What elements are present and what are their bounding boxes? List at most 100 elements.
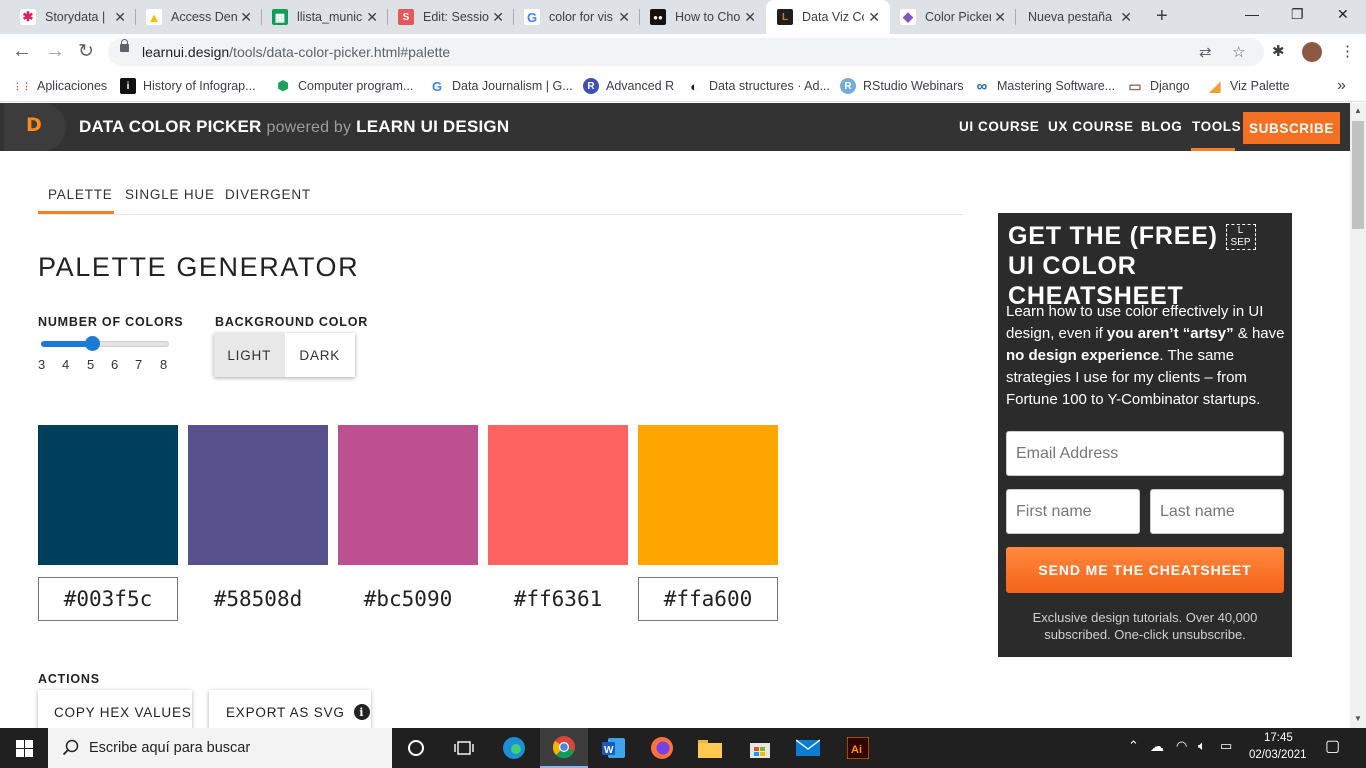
color-swatch[interactable] [338,425,478,565]
hex-value[interactable]: #003f5c [38,577,178,621]
hex-value[interactable]: #bc5090 [338,577,478,621]
tab-close-icon[interactable]: ✕ [994,9,1006,26]
nav-tools[interactable]: TOOLS [1192,119,1241,134]
light-option-button[interactable]: LIGHT [214,333,285,377]
scroll-down-arrow-icon[interactable]: ▼ [1354,714,1362,723]
send-cheatsheet-button[interactable]: SEND ME THE CHEATSHEET [1006,547,1284,593]
address-bar[interactable]: learnui.design/tools/data-color-picker.h… [108,38,1264,66]
nav-blog[interactable]: BLOG [1141,119,1182,134]
tab-divergent[interactable]: DIVERGENT [225,187,311,202]
browser-tab[interactable]: ◆ Color Picker ✕ [880,0,1016,34]
store-icon[interactable] [736,728,784,768]
bookmark-item[interactable]: ⋮⋮ Aplicaciones [13,77,107,95]
email-field[interactable]: Email Address [1006,431,1284,476]
bookmarks-overflow-icon[interactable]: » [1337,77,1346,95]
window-close-icon[interactable]: ✕ [1337,6,1349,23]
tray-chevron-icon[interactable]: ⌃ [1128,738,1139,754]
edge-browser-icon[interactable] [490,728,538,768]
word-icon[interactable]: W [590,728,638,768]
browser-tab[interactable]: G color for vis ✕ [504,0,640,34]
color-swatch[interactable] [488,425,628,565]
browser-tab[interactable]: ▲ Access Den ✕ [126,0,262,34]
browser-tab[interactable]: ●● How to Cho ✕ [630,0,766,34]
color-swatch[interactable] [638,425,778,565]
taskbar-search-box[interactable]: Escribe aquí para buscar [48,728,392,768]
minimize-icon[interactable]: — [1245,6,1259,22]
site-brand[interactable]: DATA COLOR PICKER powered by LEARN UI DE… [79,117,509,137]
translate-icon[interactable]: ⇄ [1199,43,1212,61]
bookmark-item[interactable]: ◐ Data structures · Ad... [686,77,830,95]
cortana-icon[interactable] [392,728,440,768]
bookmark-item[interactable]: ∞ Mastering Software... [974,77,1115,95]
bookmark-item[interactable]: ▭ Django [1127,77,1189,95]
task-view-icon[interactable] [440,728,488,768]
illustrator-icon[interactable]: Ai [834,728,882,768]
onedrive-cloud-icon[interactable]: ☁ [1150,738,1164,755]
info-icon[interactable]: i [353,704,370,720]
extensions-puzzle-icon[interactable]: ✱ [1272,42,1285,60]
tab-close-icon[interactable]: ✕ [492,9,504,26]
tab-close-icon[interactable]: ✕ [1120,9,1132,26]
slider-tick-label: 7 [135,357,143,372]
num-colors-slider-handle[interactable] [85,336,101,351]
chrome-icon[interactable] [540,728,588,768]
bookmark-item[interactable]: ⬢ Computer program... [275,77,413,95]
new-tab-plus-icon[interactable]: + [1156,5,1168,28]
reload-icon[interactable]: ↻ [78,40,94,63]
chrome-menu-icon[interactable]: ⋮ [1340,42,1355,60]
tab-close-icon[interactable]: ✕ [868,9,880,26]
mail-icon[interactable] [784,728,832,768]
browser-tab[interactable]: ✱ Storydata | ✕ [0,0,136,34]
hex-value[interactable]: #58508d [188,577,328,621]
export-svg-button[interactable]: EXPORT AS SVG i [209,690,371,728]
subscribe-button[interactable]: SUBSCRIBE [1243,112,1340,144]
notifications-icon[interactable]: ▢ [1325,736,1340,756]
last-name-field[interactable]: Last name [1150,489,1284,534]
profile-avatar[interactable] [1302,42,1322,62]
back-arrow-icon[interactable]: ← [12,40,32,63]
clock-date[interactable]: 02/03/2021 [1249,749,1307,761]
tab-single-hue[interactable]: SINGLE HUE [125,187,215,202]
clock-time[interactable]: 17:45 [1264,732,1293,744]
browser-tab-active[interactable]: L Data Viz Co ✕ [766,0,890,34]
bookmark-item[interactable]: R Advanced R [583,77,674,95]
nav-ui-course[interactable]: UI COURSE [959,119,1039,134]
scroll-up-arrow-icon[interactable]: ▲ [1354,106,1362,115]
forward-arrow-icon[interactable]: → [45,40,65,63]
browser-tab[interactable]: Nueva pestaña ✕ [1006,0,1142,34]
nav-ux-course[interactable]: UX COURSE [1048,119,1134,134]
bookmark-item[interactable]: R RStudio Webinars [840,77,964,95]
tab-close-icon[interactable]: ✕ [366,9,378,26]
sep-glyph-bottom: SEP [1230,237,1251,249]
scrollbar-thumb[interactable] [1352,121,1364,229]
tab-close-icon[interactable]: ✕ [240,9,252,26]
tab-close-icon[interactable]: ✕ [744,9,756,26]
search-icon [62,739,79,756]
browser-tab[interactable]: ▦ llista_munic ✕ [252,0,388,34]
dark-option-button[interactable]: DARK [285,333,356,377]
language-indicator-icon[interactable]: ▭ [1220,738,1232,754]
bookmark-star-icon[interactable]: ☆ [1232,43,1245,61]
browser-tab[interactable]: S Edit: Sessio ✕ [378,0,514,34]
volume-icon[interactable]: 🔈︎ [1198,738,1206,754]
hex-value[interactable]: #ffa600 [638,577,778,621]
maximize-icon[interactable]: ❐ [1291,6,1304,23]
color-swatch[interactable] [188,425,328,565]
cheatsheet-title: GET THE (FREE) L SEP UI COLOR CHEATSHEET [1008,221,1288,311]
site-logo[interactable]: D [4,103,66,151]
tab-close-icon[interactable]: ✕ [114,9,126,26]
color-swatch[interactable] [38,425,178,565]
windows-start-icon[interactable] [0,728,48,768]
file-explorer-icon[interactable] [686,728,734,768]
bookmark-item[interactable]: i History of Infograp... [120,77,256,95]
bookmark-item[interactable]: G Data Journalism | G... [429,77,573,95]
wifi-icon[interactable]: ◠ [1176,738,1187,754]
tab-close-icon[interactable]: ✕ [618,9,630,26]
firefox-icon[interactable] [638,728,686,768]
tab-palette[interactable]: PALETTE [48,187,113,202]
bookmark-item[interactable]: ◢ Viz Palette [1207,77,1290,95]
brand-main: DATA COLOR PICKER [79,117,262,136]
copy-hex-button[interactable]: COPY HEX VALUES [38,690,192,728]
first-name-field[interactable]: First name [1006,489,1140,534]
hex-value[interactable]: #ff6361 [488,577,628,621]
